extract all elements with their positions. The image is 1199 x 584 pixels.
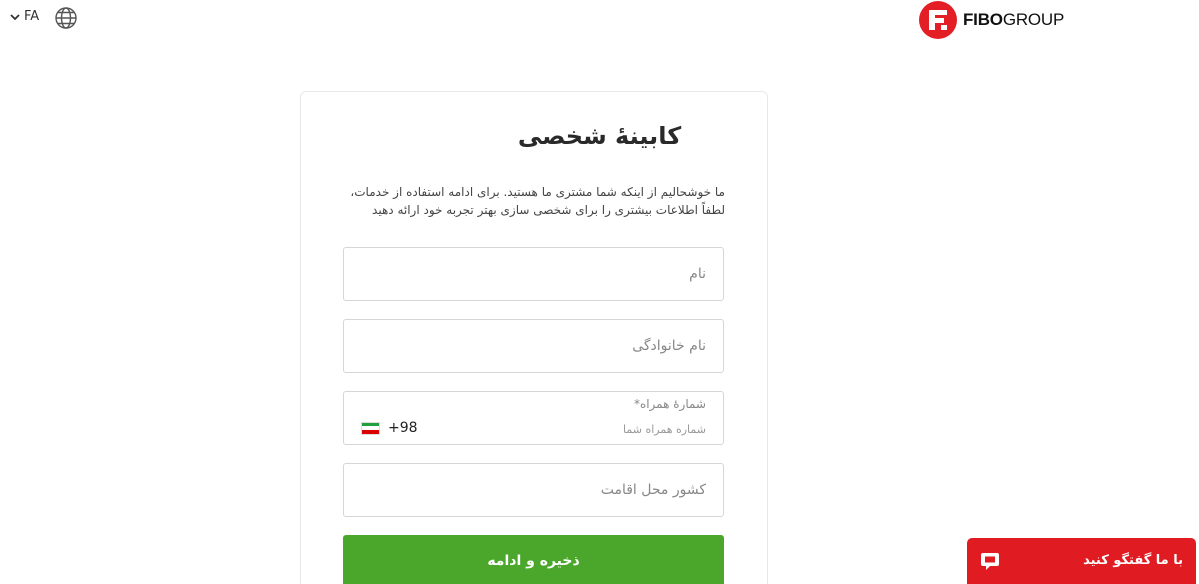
phone-label: شمارۀ همراه* [633, 397, 706, 411]
chevron-down-icon [10, 13, 20, 20]
phone-placeholder: شماره همراه شما [623, 423, 706, 436]
save-continue-button[interactable]: ذخیره و ادامه [343, 535, 724, 584]
country-placeholder: کشور محل اقامت [600, 482, 706, 498]
last-name-field[interactable]: نام خانوادگی [343, 319, 724, 373]
country-field[interactable]: کشور محل اقامت [343, 463, 724, 517]
chat-widget-button[interactable]: با ما گفتگو کنید [967, 538, 1196, 584]
fibo-logo-icon [919, 1, 957, 39]
country-code-selector[interactable]: +98 [361, 420, 418, 436]
chat-bubble-icon [981, 553, 999, 570]
intro-text: ما خوشحالیم از اینکه شما مشتری ما هستید.… [350, 185, 725, 217]
dial-code: +98 [388, 420, 418, 436]
phone-field[interactable]: شمارۀ همراه* شماره همراه شما +98 [343, 391, 724, 445]
chat-label: با ما گفتگو کنید [1083, 553, 1183, 568]
language-selector[interactable]: FA [9, 9, 39, 24]
language-code: FA [24, 9, 40, 24]
first-name-field[interactable]: نام [343, 247, 724, 301]
first-name-placeholder: نام [689, 266, 706, 282]
fibogroup-logo[interactable]: FIBOGROUP [918, 0, 1064, 40]
brand-name: FIBOGROUP [963, 10, 1065, 29]
last-name-placeholder: نام خانوادگی [632, 338, 706, 354]
iran-flag-icon [361, 421, 380, 435]
page-title: کابینۀ شخصی [517, 122, 682, 150]
globe-icon[interactable] [54, 6, 78, 30]
